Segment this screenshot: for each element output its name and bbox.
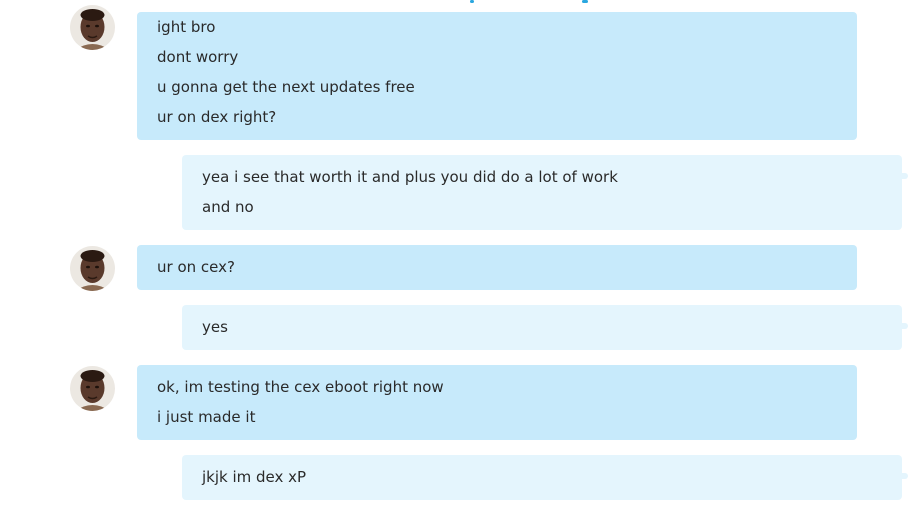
message-line: i just made it — [157, 408, 256, 426]
avatar-icon — [70, 5, 115, 50]
message-line: yes — [202, 318, 228, 336]
bubble-tail — [902, 473, 908, 479]
message-line: jkjk im dex xP — [202, 468, 307, 486]
message-bubble-outgoing[interactable]: yes — [182, 305, 908, 350]
message-line: dont worry — [157, 48, 239, 66]
avatar-icon — [70, 366, 115, 411]
contact-avatar[interactable] — [70, 5, 115, 50]
avatar-icon — [70, 246, 115, 291]
message-bubble-incoming[interactable]: ok, im testing the cex eboot right now i… — [137, 365, 857, 440]
message-line: u gonna get the next updates free — [157, 78, 415, 96]
message-line: and no — [202, 198, 254, 216]
message-line: yea i see that worth it and plus you did… — [202, 168, 618, 186]
bubble-tail — [902, 173, 908, 179]
contact-avatar[interactable] — [70, 366, 115, 411]
message-bubble-incoming[interactable]: ight bro dont worry u gonna get the next… — [137, 12, 857, 140]
chat-conversation: ight bro dont worry u gonna get the next… — [0, 0, 917, 525]
message-bubble-incoming[interactable]: ur on cex? — [137, 245, 857, 290]
top-cutoff-element — [470, 0, 590, 3]
message-line: ight bro — [157, 18, 216, 36]
message-bubble-outgoing[interactable]: jkjk im dex xP — [182, 455, 908, 500]
contact-avatar[interactable] — [70, 246, 115, 291]
message-line: ok, im testing the cex eboot right now — [157, 378, 444, 396]
message-line: ur on cex? — [157, 258, 235, 276]
message-bubble-outgoing[interactable]: yea i see that worth it and plus you did… — [182, 155, 908, 230]
message-line: ur on dex right? — [157, 108, 277, 126]
bubble-tail — [902, 323, 908, 329]
